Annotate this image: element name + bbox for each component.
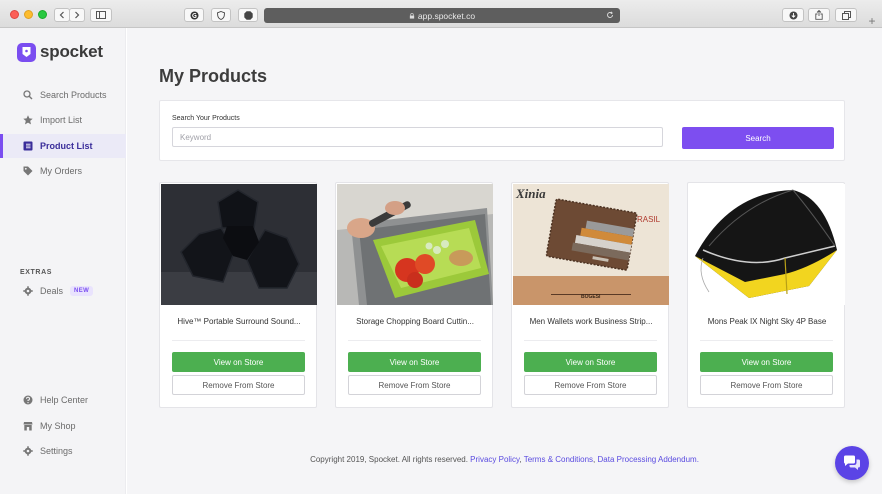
gear-icon bbox=[22, 286, 33, 297]
view-on-store-button[interactable]: View on Store bbox=[348, 352, 481, 372]
keyword-search-input[interactable] bbox=[172, 127, 663, 147]
tabs-icon bbox=[841, 10, 851, 20]
main-content: My Products Search Your Products Search … bbox=[127, 28, 882, 494]
share-icon bbox=[815, 10, 823, 20]
remove-from-store-button[interactable]: Remove From Store bbox=[172, 375, 305, 395]
remove-from-store-button[interactable]: Remove From Store bbox=[348, 375, 481, 395]
chat-support-button[interactable] bbox=[835, 446, 869, 480]
sidebar-item-label: Settings bbox=[40, 446, 73, 456]
product-card: Hive™ Portable Surround Sound... View on… bbox=[159, 182, 317, 408]
sidebar-item-product-list[interactable]: Product List bbox=[0, 134, 126, 158]
download-icon bbox=[789, 11, 797, 19]
reload-icon[interactable] bbox=[606, 11, 614, 19]
sidebar-item-label: Product List bbox=[40, 141, 93, 151]
close-window-button[interactable] bbox=[10, 10, 19, 19]
divider bbox=[700, 340, 833, 341]
product-image-tent[interactable] bbox=[689, 184, 845, 305]
product-card: Xinia RASIL BOGESI Men Wallets work Busi… bbox=[511, 182, 669, 408]
downloads-button[interactable] bbox=[782, 8, 804, 22]
sidebar-item-my-orders[interactable]: My Orders bbox=[0, 159, 126, 183]
product-image-speakers[interactable] bbox=[161, 184, 317, 305]
remove-from-store-button[interactable]: Remove From Store bbox=[700, 375, 833, 395]
spocket-logo-icon bbox=[17, 42, 36, 62]
sidebar-item-import-list[interactable]: Import List bbox=[0, 108, 126, 132]
back-button[interactable] bbox=[54, 8, 70, 22]
shield-icon bbox=[217, 10, 225, 20]
sidebar-icon bbox=[96, 11, 106, 19]
sidebar-item-my-shop[interactable]: My Shop bbox=[0, 414, 126, 438]
star-icon bbox=[22, 115, 33, 126]
search-icon bbox=[22, 90, 33, 101]
sidebar-item-settings[interactable]: Settings bbox=[0, 439, 126, 463]
page-title: My Products bbox=[159, 66, 268, 86]
spocket-logo[interactable]: spocket bbox=[17, 42, 103, 62]
sidebar-toggle-button[interactable] bbox=[90, 8, 112, 22]
sidebar-item-label: My Shop bbox=[40, 421, 76, 431]
view-on-store-button[interactable]: View on Store bbox=[700, 352, 833, 372]
remove-from-store-button[interactable]: Remove From Store bbox=[524, 375, 657, 395]
product-card: Mons Peak IX Night Sky 4P Base View on S… bbox=[687, 182, 845, 408]
footer-separator: , bbox=[519, 455, 522, 464]
browser-chrome: app.spocket.co + bbox=[0, 0, 882, 28]
chevron-left-icon bbox=[59, 11, 64, 19]
extension-shield-button[interactable] bbox=[211, 8, 231, 22]
extras-heading: EXTRAS bbox=[20, 269, 52, 276]
search-button[interactable]: Search bbox=[682, 127, 834, 149]
sidebar-item-label: Deals bbox=[40, 286, 64, 296]
wallet-brand-bottom: BOGESI bbox=[581, 294, 601, 300]
maximize-window-button[interactable] bbox=[38, 10, 47, 19]
new-badge: NEW bbox=[70, 286, 94, 296]
sidebar-item-label: Help Center bbox=[40, 395, 89, 405]
divider bbox=[348, 340, 481, 341]
data-processing-addendum-link[interactable]: Data Processing Addendum. bbox=[598, 455, 699, 464]
sidebar-item-label: Search Products bbox=[40, 90, 107, 100]
chat-icon bbox=[844, 455, 860, 470]
help-icon bbox=[22, 395, 33, 406]
sidebar-item-label: My Orders bbox=[40, 166, 83, 176]
sidebar-item-search-products[interactable]: Search Products bbox=[0, 83, 126, 107]
product-title[interactable]: Storage Chopping Board Cuttin... bbox=[348, 317, 482, 326]
extension-g-button[interactable] bbox=[184, 8, 204, 22]
view-on-store-button[interactable]: View on Store bbox=[172, 352, 305, 372]
adblock-icon bbox=[243, 10, 253, 20]
wallet-brand-top: Xinia bbox=[515, 186, 546, 201]
sidebar: spocket Search Products Import List Prod… bbox=[0, 28, 126, 494]
product-card: Storage Chopping Board Cuttin... View on… bbox=[335, 182, 493, 408]
tabs-overview-button[interactable] bbox=[835, 8, 857, 22]
product-image-chopping-board[interactable] bbox=[337, 184, 493, 305]
forward-button[interactable] bbox=[69, 8, 85, 22]
url-text: app.spocket.co bbox=[417, 10, 476, 21]
tag-icon bbox=[22, 166, 33, 177]
search-panel: Search Your Products Search bbox=[159, 100, 845, 161]
shop-icon bbox=[22, 421, 33, 432]
divider bbox=[172, 340, 305, 341]
search-label: Search Your Products bbox=[172, 115, 240, 122]
chevron-right-icon bbox=[75, 11, 80, 19]
divider bbox=[524, 340, 657, 341]
product-title[interactable]: Hive™ Portable Surround Sound... bbox=[172, 317, 306, 326]
product-title[interactable]: Men Wallets work Business Strip... bbox=[524, 317, 658, 326]
sidebar-item-deals[interactable]: Deals NEW bbox=[0, 279, 126, 303]
new-tab-button[interactable]: + bbox=[862, 14, 882, 28]
footer: Copyright 2019, Spocket. All rights rese… bbox=[127, 455, 882, 464]
share-button[interactable] bbox=[808, 8, 830, 22]
sidebar-item-label: Import List bbox=[40, 115, 83, 125]
gear-icon bbox=[22, 446, 33, 457]
product-image-wallet[interactable]: Xinia RASIL BOGESI bbox=[513, 184, 669, 305]
lock-icon bbox=[409, 12, 415, 19]
sidebar-item-help-center[interactable]: Help Center bbox=[0, 388, 126, 412]
grammarly-icon bbox=[190, 11, 198, 19]
terms-link[interactable]: Terms & Conditions bbox=[524, 455, 593, 464]
privacy-policy-link[interactable]: Privacy Policy bbox=[470, 455, 519, 464]
logo-text: spocket bbox=[40, 42, 103, 61]
wallet-brand-right: RASIL bbox=[637, 215, 661, 224]
footer-separator: , bbox=[593, 455, 596, 464]
view-on-store-button[interactable]: View on Store bbox=[524, 352, 657, 372]
address-bar[interactable]: app.spocket.co bbox=[264, 8, 620, 23]
minimize-window-button[interactable] bbox=[24, 10, 33, 19]
product-title[interactable]: Mons Peak IX Night Sky 4P Base bbox=[700, 317, 834, 326]
copyright-text: Copyright 2019, Spocket. All rights rese… bbox=[310, 455, 468, 464]
extension-abp-button[interactable] bbox=[238, 8, 258, 22]
list-icon bbox=[22, 141, 33, 152]
